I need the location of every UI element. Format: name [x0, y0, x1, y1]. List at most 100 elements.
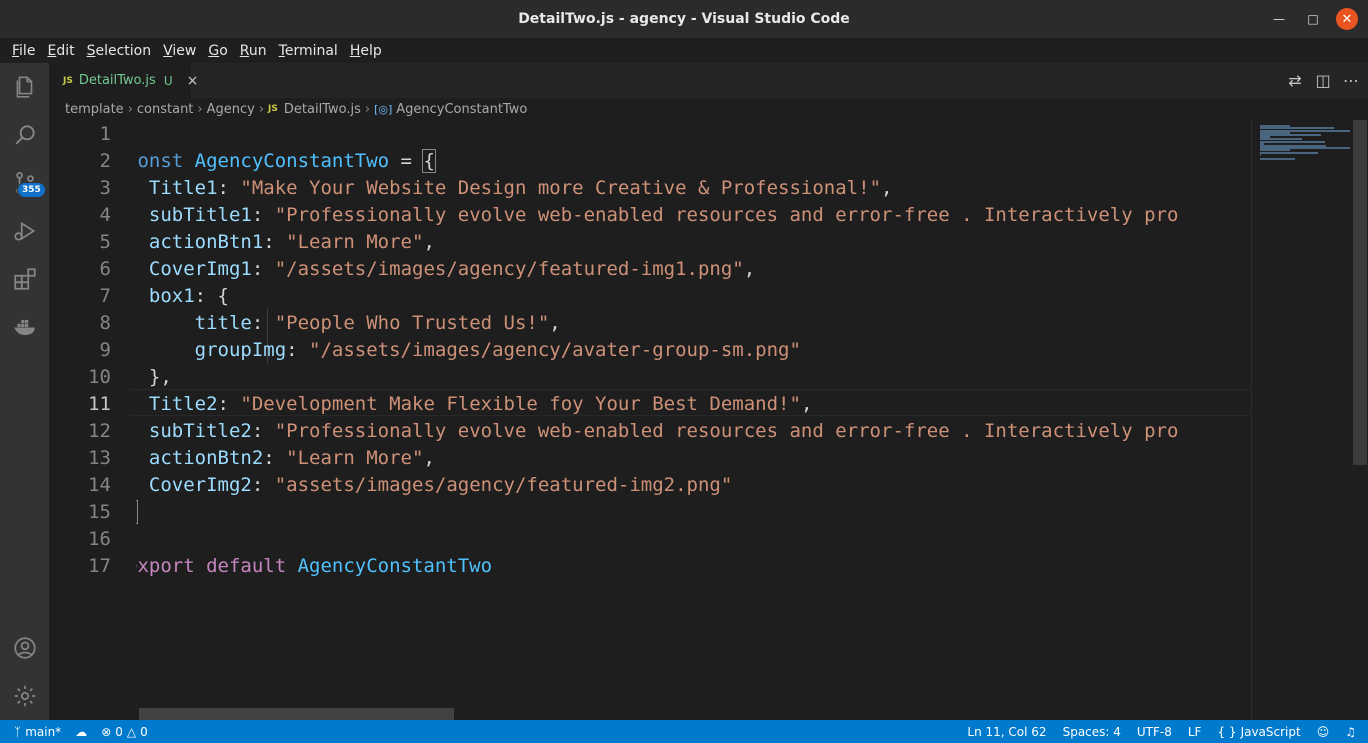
- menu-label-rest: ile: [19, 42, 36, 59]
- code-line[interactable]: subTitle2: "Professionally evolve web-en…: [136, 418, 1179, 445]
- minimize-icon[interactable]: —: [1268, 8, 1290, 30]
- git-branch-icon: ᛉ: [14, 724, 22, 739]
- breadcrumb-constant[interactable]: constant: [137, 102, 194, 117]
- close-tab-icon[interactable]: ×: [187, 73, 199, 89]
- code-token: }: [136, 500, 139, 524]
- code-line[interactable]: CoverImg1: "/assets/images/agency/featur…: [136, 256, 755, 283]
- code-token: :: [217, 393, 241, 415]
- code-line[interactable]: title: "People Who Trusted Us!",: [136, 310, 561, 337]
- account-icon[interactable]: [0, 624, 49, 672]
- chevron-right-icon: ›: [364, 101, 371, 117]
- code-token: =: [389, 150, 424, 172]
- menu-view[interactable]: View: [157, 43, 202, 59]
- cursor-position[interactable]: Ln 11, Col 62: [967, 725, 1046, 739]
- code-token: "Learn More": [286, 231, 424, 253]
- more-actions-icon[interactable]: ⋯: [1342, 71, 1360, 90]
- menu-label-rest: o: [219, 42, 228, 59]
- breadcrumb-symbol[interactable]: AgencyConstantTwo: [396, 102, 527, 117]
- menu-label-rest: erminal: [284, 42, 338, 59]
- tab-filename: DetailTwo.js: [78, 73, 156, 88]
- line-number: 8: [99, 312, 111, 334]
- chevron-right-icon: ›: [258, 101, 265, 117]
- breadcrumb-file[interactable]: DetailTwo.js: [284, 102, 361, 117]
- code-line[interactable]: const AgencyConstantTwo = {: [136, 148, 436, 175]
- code-line[interactable]: actionBtn1: "Learn More",: [136, 229, 435, 256]
- code-token: ,: [549, 312, 561, 334]
- indentation[interactable]: Spaces: 4: [1063, 725, 1121, 739]
- docker-icon[interactable]: [0, 303, 49, 351]
- minimap-line: [1260, 153, 1262, 156]
- code-line[interactable]: CoverImg2: "assets/images/agency/feature…: [136, 472, 732, 499]
- run-debug-icon[interactable]: [0, 207, 49, 255]
- extensions-icon[interactable]: [0, 255, 49, 303]
- code-line[interactable]: export default AgencyConstantTwo: [136, 553, 492, 580]
- code-line[interactable]: },: [136, 364, 172, 391]
- explorer-icon[interactable]: [0, 63, 49, 111]
- code-token: groupImg: [194, 339, 287, 361]
- code-token: subTitle2: [148, 420, 252, 442]
- menu-file[interactable]: File: [6, 43, 41, 59]
- feedback-icon[interactable]: ☺: [1317, 725, 1330, 739]
- menu-label-rest: dit: [56, 42, 75, 59]
- line-number: 4: [99, 204, 111, 226]
- code-token: : {: [194, 285, 229, 307]
- code-token: title: [194, 312, 252, 334]
- code-line[interactable]: }: [136, 499, 139, 526]
- language-mode[interactable]: { } JavaScript: [1217, 725, 1300, 739]
- menu-edit[interactable]: Edit: [41, 43, 80, 59]
- code-area[interactable]: const AgencyConstantTwo = { Title1: "Mak…: [136, 120, 1251, 720]
- end-of-line[interactable]: LF: [1188, 725, 1202, 739]
- menu-go[interactable]: Go: [202, 43, 233, 59]
- code-line[interactable]: Title1: "Make Your Website Design more C…: [136, 175, 893, 202]
- code-token: },: [148, 366, 172, 388]
- menu-run[interactable]: Run: [234, 43, 273, 59]
- code-token: actionBtn1: [148, 231, 264, 253]
- breadcrumb-template[interactable]: template: [65, 102, 124, 117]
- code-token: "People Who Trusted Us!": [274, 312, 550, 334]
- close-window-icon[interactable]: ✕: [1336, 8, 1358, 30]
- code-editor[interactable]: 1234567891011121314151617 const AgencyCo…: [49, 120, 1251, 720]
- breadcrumb-agency[interactable]: Agency: [207, 102, 255, 117]
- line-number: 12: [88, 420, 111, 442]
- tab-detailtwo[interactable]: JS DetailTwo.js U ×: [49, 63, 198, 98]
- vertical-scrollbar[interactable]: [1353, 120, 1367, 465]
- minimap[interactable]: [1251, 120, 1368, 720]
- menu-terminal[interactable]: Terminal: [273, 43, 344, 59]
- code-token: "Learn More": [286, 447, 424, 469]
- code-token: const: [136, 150, 184, 172]
- manage-gear-icon[interactable]: [0, 672, 49, 720]
- maximize-icon[interactable]: □: [1302, 8, 1324, 30]
- line-number: 5: [99, 231, 111, 253]
- code-token: AgencyConstantTwo: [297, 555, 493, 577]
- branch-item[interactable]: ᛉ main*: [14, 725, 61, 739]
- code-line[interactable]: subTitle1: "Professionally evolve web-en…: [136, 202, 1179, 229]
- code-token: ,: [743, 258, 756, 280]
- menu-help[interactable]: Help: [344, 43, 388, 59]
- sync-icon[interactable]: ☁: [75, 725, 87, 739]
- code-token: "Professionally evolve web-enabled resou…: [274, 204, 1179, 226]
- encoding[interactable]: UTF-8: [1137, 725, 1172, 739]
- code-token: AgencyConstantTwo: [194, 150, 390, 172]
- code-token: "assets/images/agency/featured-img2.png": [274, 474, 733, 496]
- menu-selection[interactable]: Selection: [81, 43, 158, 59]
- menu-mnemonic: V: [163, 42, 173, 59]
- search-icon[interactable]: [0, 111, 49, 159]
- code-token: "/assets/images/agency/avater-group-sm.p…: [309, 339, 801, 361]
- problems-item[interactable]: ⊗ 0 △ 0: [101, 725, 148, 739]
- open-changes-icon[interactable]: ⇄: [1286, 71, 1304, 90]
- code-line[interactable]: box1: {: [136, 283, 229, 310]
- notifications-bell-icon[interactable]: ♫: [1345, 725, 1356, 739]
- minimap-line: [1260, 140, 1325, 143]
- code-line[interactable]: groupImg: "/assets/images/agency/avater-…: [136, 337, 801, 364]
- line-number: 13: [88, 447, 111, 469]
- code-line[interactable]: actionBtn2: "Learn More",: [136, 445, 435, 472]
- code-line[interactable]: Title2: "Development Make Flexible foy Y…: [136, 391, 813, 418]
- code-token: default: [206, 555, 298, 577]
- horizontal-scrollbar[interactable]: [139, 708, 454, 720]
- menu-mnemonic: E: [47, 42, 57, 59]
- split-editor-icon[interactable]: ◫: [1314, 71, 1332, 90]
